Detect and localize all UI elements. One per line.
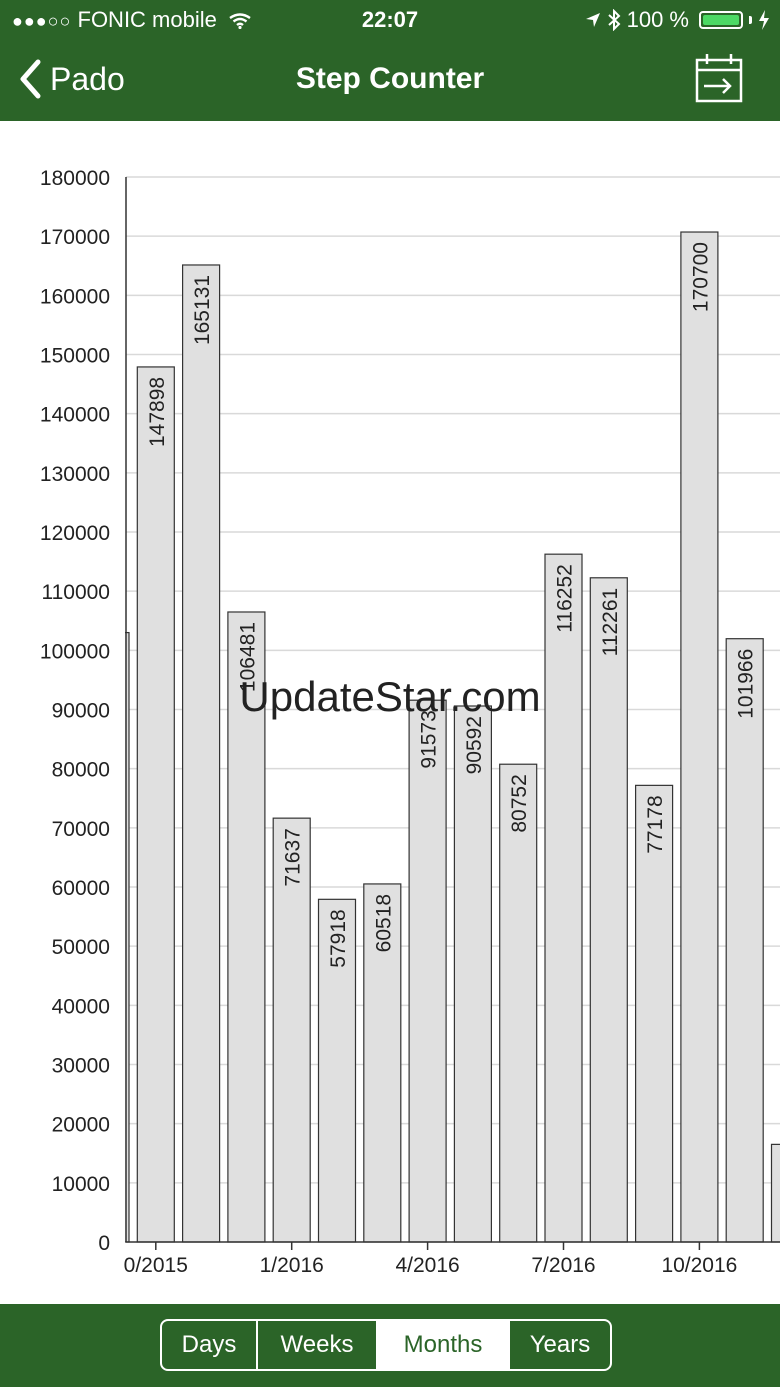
bar[interactable] (408, 699, 447, 1243)
bar[interactable] (680, 231, 719, 1243)
calendar-export-button[interactable] (694, 52, 744, 104)
bar[interactable] (589, 577, 628, 1243)
period-segmented-control: Days Weeks Months Years (160, 1319, 612, 1371)
bar-value-label: 116252 (554, 564, 577, 633)
bar[interactable] (182, 264, 221, 1243)
bar-value-label: 112261 (599, 588, 622, 657)
y-tick-label: 170000 (40, 226, 110, 249)
calendar-export-icon (695, 54, 743, 103)
y-tick-label: 40000 (52, 995, 110, 1018)
navigation-bar: Pado Step Counter (0, 42, 780, 121)
y-tick-label: 0 (98, 1232, 110, 1255)
segment-years[interactable]: Years (510, 1321, 610, 1369)
segment-days[interactable]: Days (162, 1321, 258, 1369)
y-tick-label: 120000 (40, 522, 110, 545)
location-arrow-icon (585, 13, 600, 27)
status-bar: ●●●○○ FONIC mobile 22:07 100 % (0, 0, 780, 40)
x-tick-label: 1/2016 (260, 1254, 324, 1277)
bar-value-label: 71637 (282, 828, 305, 886)
y-tick-label: 140000 (40, 404, 110, 427)
monthly-steps-chart: 1478981651311064817163757918 6051891573 90… (0, 121, 780, 1304)
y-tick-label: 80000 (52, 759, 110, 782)
charging-bolt-icon (759, 10, 769, 30)
bar-value-label: 60518 (372, 894, 395, 952)
bar[interactable] (770, 1143, 780, 1243)
y-tick-label: 10000 (52, 1173, 110, 1196)
y-tick-label: 130000 (40, 463, 110, 486)
battery-icon (699, 11, 743, 29)
y-tick-label: 30000 (52, 1055, 110, 1078)
bar-value-label: 147898 (146, 377, 169, 447)
y-tick-label: 60000 (52, 877, 110, 900)
y-tick-label: 100000 (40, 640, 110, 663)
bar-value-label: 170700 (689, 242, 712, 312)
y-tick-label: 90000 (52, 700, 110, 723)
bar[interactable] (136, 366, 175, 1243)
bar[interactable] (725, 638, 764, 1243)
bar-value-label: 101966 (735, 649, 758, 719)
x-tick-label: 7/2016 (531, 1254, 595, 1277)
bar-value-label: 57918 (327, 909, 350, 967)
battery-percent: 100 % (626, 7, 689, 32)
bar-value-label: 77178 (644, 795, 667, 853)
page-title: Step Counter (295, 62, 485, 95)
step-chart-area: 147898 165131 106481 71637 57918 60518 91573 90… (0, 121, 780, 1304)
bar-value-label: 90592 (463, 716, 486, 774)
x-tick-label: 10/2016 (661, 1254, 737, 1277)
bluetooth-icon (607, 9, 621, 31)
segment-months[interactable]: Months (378, 1321, 510, 1369)
y-tick-label: 20000 (52, 1114, 110, 1137)
y-tick-label: 180000 (40, 167, 110, 190)
battery-tip (749, 16, 752, 24)
segment-weeks[interactable]: Weeks (258, 1321, 378, 1369)
y-tick-label: 50000 (52, 936, 110, 959)
bar[interactable] (544, 553, 583, 1243)
y-tick-label: 150000 (40, 345, 110, 368)
app-header: ●●●○○ FONIC mobile 22:07 100 % Pado Step… (0, 0, 780, 121)
bar[interactable] (499, 763, 538, 1243)
footer-bar: Days Weeks Months Years (0, 1304, 780, 1387)
bar-value-label: 80752 (508, 774, 531, 832)
x-tick-label: 4/2016 (395, 1254, 459, 1277)
watermark: UpdateStar.com (239, 673, 540, 720)
bar-value-label: 165131 (191, 275, 214, 345)
y-tick-label: 70000 (52, 818, 110, 841)
status-right: 100 % (585, 7, 770, 33)
x-tick-label: 0/2015 (124, 1254, 188, 1277)
y-tick-label: 160000 (40, 285, 110, 308)
bar[interactable] (453, 705, 492, 1243)
y-tick-label: 110000 (41, 581, 110, 604)
